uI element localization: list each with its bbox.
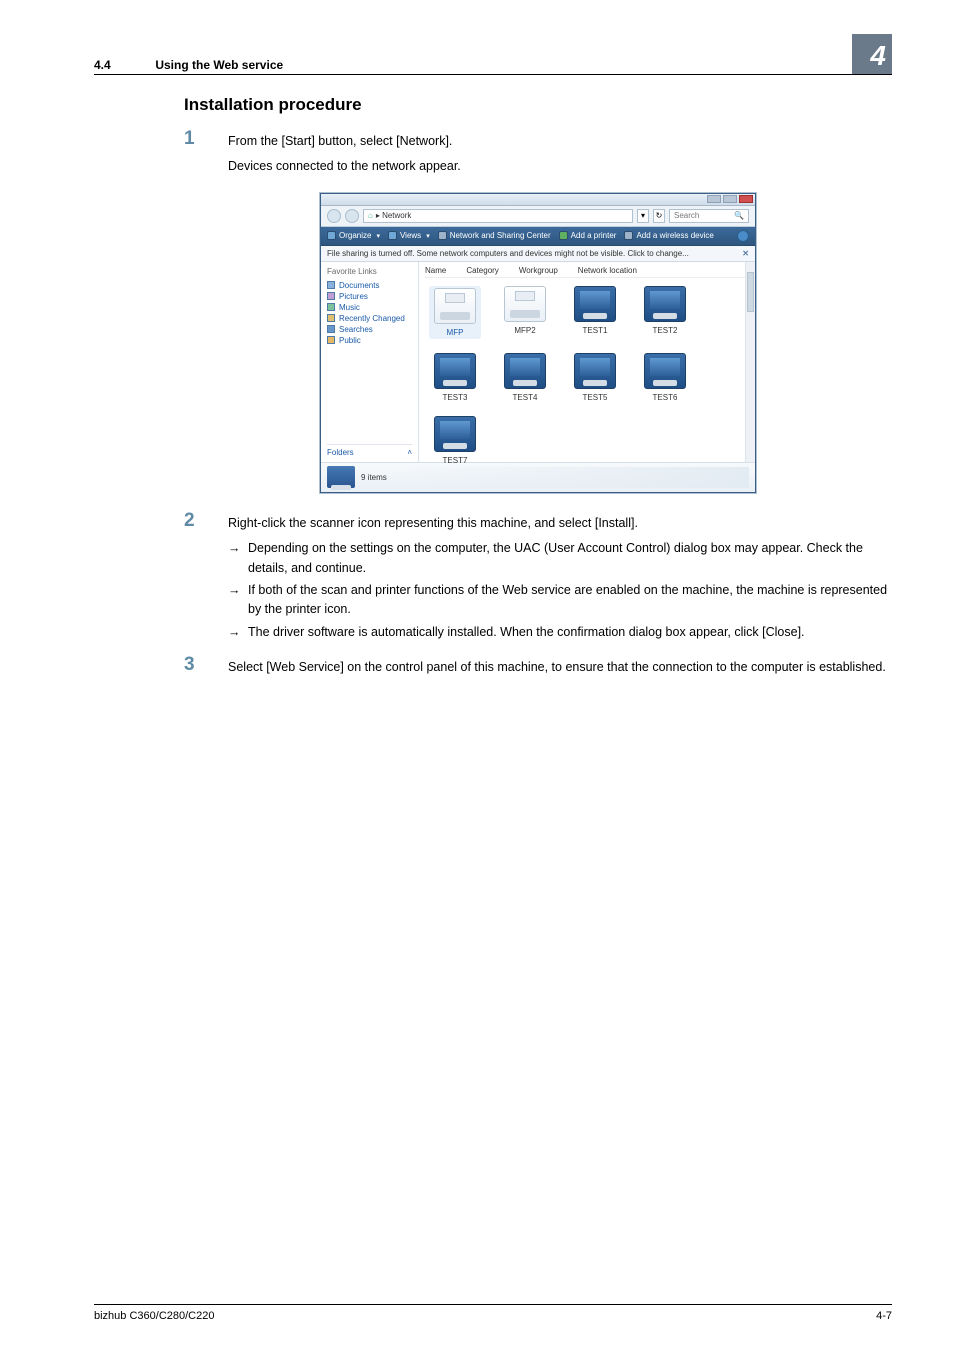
chevron-up-icon: ˄ xyxy=(407,448,412,457)
help-button[interactable] xyxy=(737,230,749,242)
back-button[interactable] xyxy=(327,209,341,223)
public-icon xyxy=(327,336,335,344)
recent-icon xyxy=(327,314,335,322)
search-icon: 🔍 xyxy=(734,211,744,220)
sidebar-item-recently-changed[interactable]: Recently Changed xyxy=(327,313,412,324)
add-wireless-device-button[interactable]: Add a wireless device xyxy=(624,231,713,240)
step-text: From the [Start] button, select [Network… xyxy=(228,132,892,151)
step-3: 3 Select [Web Service] on the control pa… xyxy=(184,655,892,683)
device-label: TEST2 xyxy=(653,326,678,335)
info-bar[interactable]: File sharing is turned off. Some network… xyxy=(321,246,755,262)
address-bar[interactable]: ⌂ ▸ Network xyxy=(363,209,633,223)
step-note: If both of the scan and printer function… xyxy=(228,581,892,620)
column-headers[interactable]: Name Category Workgroup Network location xyxy=(425,266,749,278)
vertical-scrollbar[interactable] xyxy=(745,262,755,462)
sidebar: Favorite Links Documents Pictures Music … xyxy=(321,262,419,462)
searches-icon xyxy=(327,325,335,333)
pc-icon xyxy=(574,286,616,322)
printer-icon xyxy=(434,288,476,324)
printer-icon xyxy=(504,286,546,322)
step-text: Devices connected to the network appear. xyxy=(228,157,892,176)
device-label: TEST1 xyxy=(583,326,608,335)
close-button[interactable] xyxy=(739,195,753,203)
device-test4[interactable]: TEST4 xyxy=(499,353,551,402)
section-title: Using the Web service xyxy=(155,58,283,72)
page-header: 4.4 Using the Web service 4 xyxy=(94,34,892,75)
step-text: Right-click the scanner icon representin… xyxy=(228,514,892,533)
pc-icon xyxy=(434,353,476,389)
breadcrumb-dropdown[interactable]: ▾ xyxy=(637,209,649,223)
pc-icon xyxy=(434,416,476,452)
step-2: 2 Right-click the scanner icon represent… xyxy=(184,511,892,645)
status-text: 9 items xyxy=(361,473,387,482)
main-pane: Name Category Workgroup Network location… xyxy=(419,262,755,462)
device-label: TEST7 xyxy=(443,456,468,465)
device-label: MFP2 xyxy=(514,326,535,335)
device-label: TEST3 xyxy=(443,393,468,402)
documents-icon xyxy=(327,281,335,289)
network-sharing-center-button[interactable]: Network and Sharing Center xyxy=(438,231,551,240)
device-test7[interactable]: TEST7 xyxy=(429,416,481,465)
step-1: 1 From the [Start] button, select [Netwo… xyxy=(184,129,892,183)
network-icon: ⌂ xyxy=(368,211,373,220)
maximize-button[interactable] xyxy=(723,195,737,203)
music-icon xyxy=(327,303,335,311)
sidebar-item-documents[interactable]: Documents xyxy=(327,280,412,291)
step-number: 3 xyxy=(184,655,228,683)
favorites-heading: Favorite Links xyxy=(327,267,412,276)
device-label: TEST5 xyxy=(583,393,608,402)
address-bar-row: ⌂ ▸ Network ▾ ↻ Search 🔍 xyxy=(321,206,755,227)
sidebar-item-pictures[interactable]: Pictures xyxy=(327,291,412,302)
step-text: Select [Web Service] on the control pane… xyxy=(228,658,892,677)
network-status-icon xyxy=(327,466,355,488)
device-label: TEST4 xyxy=(513,393,538,402)
device-test6[interactable]: TEST6 xyxy=(639,353,691,402)
device-test3[interactable]: TEST3 xyxy=(429,353,481,402)
device-label: MFP xyxy=(447,328,464,337)
device-test1[interactable]: TEST1 xyxy=(569,286,621,339)
sidebar-item-searches[interactable]: Searches xyxy=(327,324,412,335)
sidebar-item-music[interactable]: Music xyxy=(327,302,412,313)
network-window: ⌂ ▸ Network ▾ ↻ Search 🔍 Organize Views … xyxy=(320,193,756,493)
window-titlebar xyxy=(321,194,755,206)
folders-toggle[interactable]: Folders ˄ xyxy=(327,444,412,457)
toolbar: Organize Views Network and Sharing Cente… xyxy=(321,227,755,246)
device-test5[interactable]: TEST5 xyxy=(569,353,621,402)
add-printer-button[interactable]: Add a printer xyxy=(559,231,617,240)
organize-menu[interactable]: Organize xyxy=(327,231,380,240)
pc-icon xyxy=(644,286,686,322)
minimize-button[interactable] xyxy=(707,195,721,203)
search-placeholder: Search xyxy=(674,211,699,220)
chapter-badge: 4 xyxy=(852,34,892,74)
pc-icon xyxy=(644,353,686,389)
search-input[interactable]: Search 🔍 xyxy=(669,209,749,223)
pc-icon xyxy=(504,353,546,389)
step-number: 2 xyxy=(184,511,228,645)
scrollbar-thumb[interactable] xyxy=(747,272,754,312)
refresh-button[interactable]: ↻ xyxy=(653,209,665,223)
device-mfp[interactable]: MFP xyxy=(429,286,481,339)
footer-left: bizhub C360/C280/C220 xyxy=(94,1310,214,1322)
forward-button[interactable] xyxy=(345,209,359,223)
section-number: 4.4 xyxy=(94,58,152,72)
step-number: 1 xyxy=(184,129,228,183)
info-bar-close-icon[interactable]: ✕ xyxy=(742,249,749,258)
pc-icon xyxy=(574,353,616,389)
step-note: Depending on the settings on the compute… xyxy=(228,539,892,578)
breadcrumb: ▸ Network xyxy=(376,211,412,220)
views-menu[interactable]: Views xyxy=(388,231,430,240)
device-label: TEST6 xyxy=(653,393,678,402)
pictures-icon xyxy=(327,292,335,300)
page-title: Installation procedure xyxy=(184,95,892,115)
device-test2[interactable]: TEST2 xyxy=(639,286,691,339)
device-mfp2[interactable]: MFP2 xyxy=(499,286,551,339)
sidebar-item-public[interactable]: Public xyxy=(327,335,412,346)
footer-right: 4-7 xyxy=(876,1310,892,1322)
step-note: The driver software is automatically ins… xyxy=(228,623,892,642)
